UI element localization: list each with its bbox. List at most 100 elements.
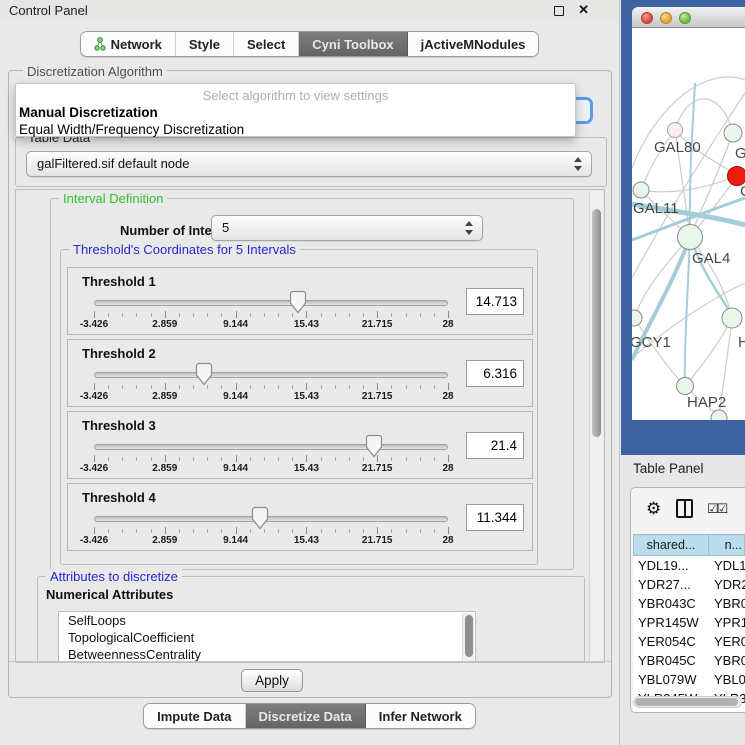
tab-infer-network[interactable]: Infer Network xyxy=(366,704,475,728)
discretization-algorithm-group: Discretization Algorithm Select algorith… xyxy=(8,70,612,698)
table-cell[interactable]: YDL19... xyxy=(709,556,745,575)
table-cell[interactable]: YIL052C xyxy=(633,708,709,713)
tab-cyni-toolbox[interactable]: Cyni Toolbox xyxy=(299,32,407,56)
settings-scroll-panel: Interval Definition Number of Intervals … xyxy=(15,189,605,663)
close-panel-icon[interactable]: ✕ xyxy=(578,2,589,18)
table-cell[interactable]: YDL19... xyxy=(633,556,709,575)
threshold-value-field[interactable]: 11.344 xyxy=(466,504,524,531)
checkbox-icons[interactable]: ☑☑ xyxy=(707,501,726,517)
tick-mark xyxy=(321,457,322,461)
table-cell[interactable]: YIL052C xyxy=(709,708,745,713)
float-window-icon[interactable] xyxy=(554,6,564,16)
network-node-gal80[interactable] xyxy=(668,123,683,138)
node-label-gal4: GAL4 xyxy=(692,250,730,267)
network-window-titlebar[interactable] xyxy=(632,7,745,28)
apply-button[interactable]: Apply xyxy=(241,669,303,692)
tick-mark xyxy=(136,385,137,389)
combo-spinner-icon xyxy=(465,221,474,235)
network-edge xyxy=(641,176,737,192)
network-node-gal4[interactable] xyxy=(678,225,703,250)
dropdown-option-manual-discretization[interactable]: Manual Discretization xyxy=(16,104,575,121)
slider-track[interactable] xyxy=(94,444,448,450)
tab-jactivemnodules[interactable]: jActiveMNodules xyxy=(408,32,539,56)
threshold-value-field[interactable]: 21.4 xyxy=(466,432,524,459)
table-row[interactable]: YDL19...YDL19... xyxy=(633,556,745,575)
settings-scrollbar-thumb[interactable] xyxy=(592,209,601,437)
tick-mark xyxy=(448,383,449,390)
table-row[interactable]: YBR043CYBR043C xyxy=(633,594,745,613)
table-hscrollbar-thumb[interactable] xyxy=(635,698,738,706)
table-row[interactable]: YER054CYER054C xyxy=(633,632,745,651)
mac-minimize-button[interactable] xyxy=(660,12,672,24)
tick-label: 28 xyxy=(442,391,453,402)
tick-label: 21.715 xyxy=(362,463,393,474)
threshold-value-field[interactable]: 6.316 xyxy=(466,360,524,387)
tab-label: Cyni Toolbox xyxy=(312,37,393,52)
network-node[interactable] xyxy=(722,308,742,328)
mac-zoom-button[interactable] xyxy=(679,12,691,24)
table-row[interactable]: YPR145WYPR145W xyxy=(633,613,745,632)
table-cell[interactable]: YBR043C xyxy=(709,594,745,613)
table-cell[interactable]: YDR27... xyxy=(633,575,709,594)
table-cell[interactable]: YPR145W xyxy=(633,613,709,632)
table-row[interactable]: YDR27...YDR27... xyxy=(633,575,745,594)
table-cell[interactable]: YBR043C xyxy=(633,594,709,613)
tab-select[interactable]: Select xyxy=(234,32,299,56)
attributes-group-label: Attributes to discretize xyxy=(46,569,182,584)
threshold-label: Threshold 1 xyxy=(82,274,156,289)
table-cell[interactable]: YER054C xyxy=(709,632,745,651)
slider-track[interactable] xyxy=(94,372,448,378)
column-header-n-[interactable]: n... xyxy=(709,534,745,556)
network-node-gcy1[interactable] xyxy=(632,310,642,326)
table-row[interactable]: YBL079WYBL079W xyxy=(633,670,745,689)
slider-track[interactable] xyxy=(94,516,448,522)
table-row[interactable]: YBR045CYBR045C xyxy=(633,651,745,670)
tab-style[interactable]: Style xyxy=(176,32,234,56)
tick-label: 15.43 xyxy=(294,535,319,546)
tick-label: 2.859 xyxy=(152,319,177,330)
gear-icon[interactable]: ⚙ xyxy=(646,499,661,519)
threshold-value-field[interactable]: 14.713 xyxy=(466,288,524,315)
tab-network[interactable]: Network xyxy=(81,32,176,56)
right-pane: GAL80 GA C GAL11 GAL4 GCY1 H HAP2 Table … xyxy=(621,0,745,745)
table-cell[interactable]: YDR27... xyxy=(709,575,745,594)
slider-track[interactable] xyxy=(94,300,448,306)
attributes-scrollbar-thumb[interactable] xyxy=(465,615,473,657)
tab-label: Network xyxy=(111,37,162,52)
table-cell[interactable]: YBR045C xyxy=(709,651,745,670)
tab-impute-data[interactable]: Impute Data xyxy=(144,704,245,728)
tick-label: 28 xyxy=(442,535,453,546)
combo-spinner-icon xyxy=(574,157,583,171)
tab-label: Select xyxy=(247,37,285,52)
tick-mark xyxy=(335,457,336,461)
dropdown-option-equal-width-frequency[interactable]: Equal Width/Frequency Discretization xyxy=(16,121,575,138)
table-cell[interactable]: YBR045C xyxy=(633,651,709,670)
network-node-hap2[interactable] xyxy=(677,378,694,395)
number-of-intervals-combobox[interactable]: 5 xyxy=(211,215,483,241)
tick-mark xyxy=(391,457,392,461)
threshold-panel-4: Threshold 4-3.4262.8599.14415.4321.71528… xyxy=(67,483,533,551)
tab-discretize-data[interactable]: Discretize Data xyxy=(246,704,366,728)
tick-mark xyxy=(306,455,307,462)
tab-label: Style xyxy=(189,37,220,52)
table-row[interactable]: YIL052CYIL052C xyxy=(633,708,745,713)
tick-mark xyxy=(278,385,279,389)
network-node-gal11[interactable] xyxy=(633,182,649,198)
network-view-canvas[interactable]: GAL80 GA C GAL11 GAL4 GCY1 H HAP2 xyxy=(632,28,745,420)
tick-mark xyxy=(236,455,237,462)
slider-ticks xyxy=(94,311,448,319)
table-cell[interactable]: YBL079W xyxy=(709,670,745,689)
network-edge xyxy=(634,318,685,386)
column-header-shared-[interactable]: shared... xyxy=(633,534,709,556)
table-cell[interactable]: YER054C xyxy=(633,632,709,651)
table-cell[interactable]: YBL079W xyxy=(633,670,709,689)
mac-close-button[interactable] xyxy=(641,12,653,24)
numerical-attributes-label: Numerical Attributes xyxy=(46,587,173,602)
attribute-item-selfloops[interactable]: SelfLoops xyxy=(59,612,475,629)
attribute-item-topologicalcoefficient[interactable]: TopologicalCoefficient xyxy=(59,629,475,646)
column-layout-icon[interactable] xyxy=(676,499,693,518)
tick-mark xyxy=(179,313,180,317)
network-node[interactable] xyxy=(724,124,742,142)
table-cell[interactable]: YPR145W xyxy=(709,613,745,632)
table-data-combobox[interactable]: galFiltered.sif default node xyxy=(26,151,592,177)
